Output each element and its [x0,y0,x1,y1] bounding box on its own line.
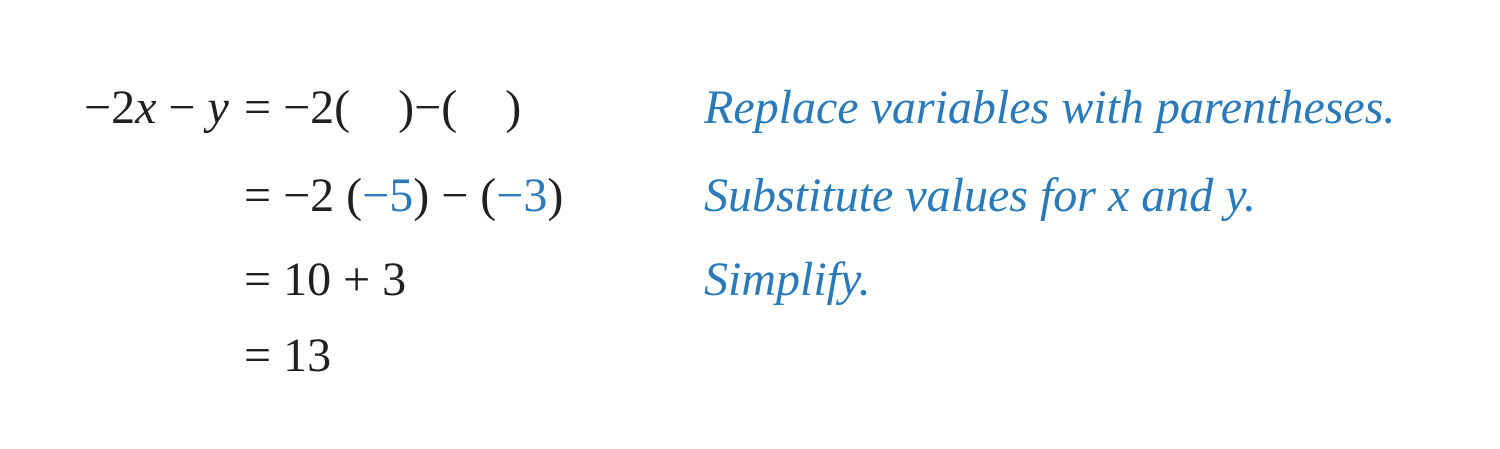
step1-part-a: −2( [271,81,363,134]
step2-note-post: . [1243,169,1256,222]
step2-note-mid: and [1129,169,1226,222]
expression-lhs: −2x − y [84,84,229,132]
step3-rhs: = 10 + 3 [244,253,407,306]
step4-rhs: = 13 [244,329,332,382]
coefficient: −2 [84,81,136,134]
step2-part-c: ) [547,169,564,222]
variable-y: y [207,81,229,134]
equals-sign: = [244,169,272,222]
step1-note: Replace variables with parentheses. [704,81,1396,134]
variable-x: x [135,81,157,134]
y-value: −3 [496,169,548,222]
x-value: −5 [362,169,414,222]
step1-part-b: )−( [398,81,470,134]
step2-part-a: −2 ( [271,169,363,222]
step2-note-pre: Substitute values for [704,169,1108,222]
step2-note-x: x [1107,169,1130,222]
empty-slot-y [469,81,505,134]
step2-part-b: ) − ( [413,169,497,222]
step1-part-c: ) [505,81,522,134]
step2-note-y: y [1225,169,1244,222]
empty-slot-x [362,81,398,134]
step3-note: Simplify. [704,253,871,306]
equals-sign: = [244,81,272,134]
step2-rhs: = −2 (−5) − (−3) [244,172,563,220]
minus-sign: − [156,81,208,134]
step2-note: Substitute values for x and y. [704,172,1256,220]
step1-rhs: = −2( )−( ) [244,84,521,132]
